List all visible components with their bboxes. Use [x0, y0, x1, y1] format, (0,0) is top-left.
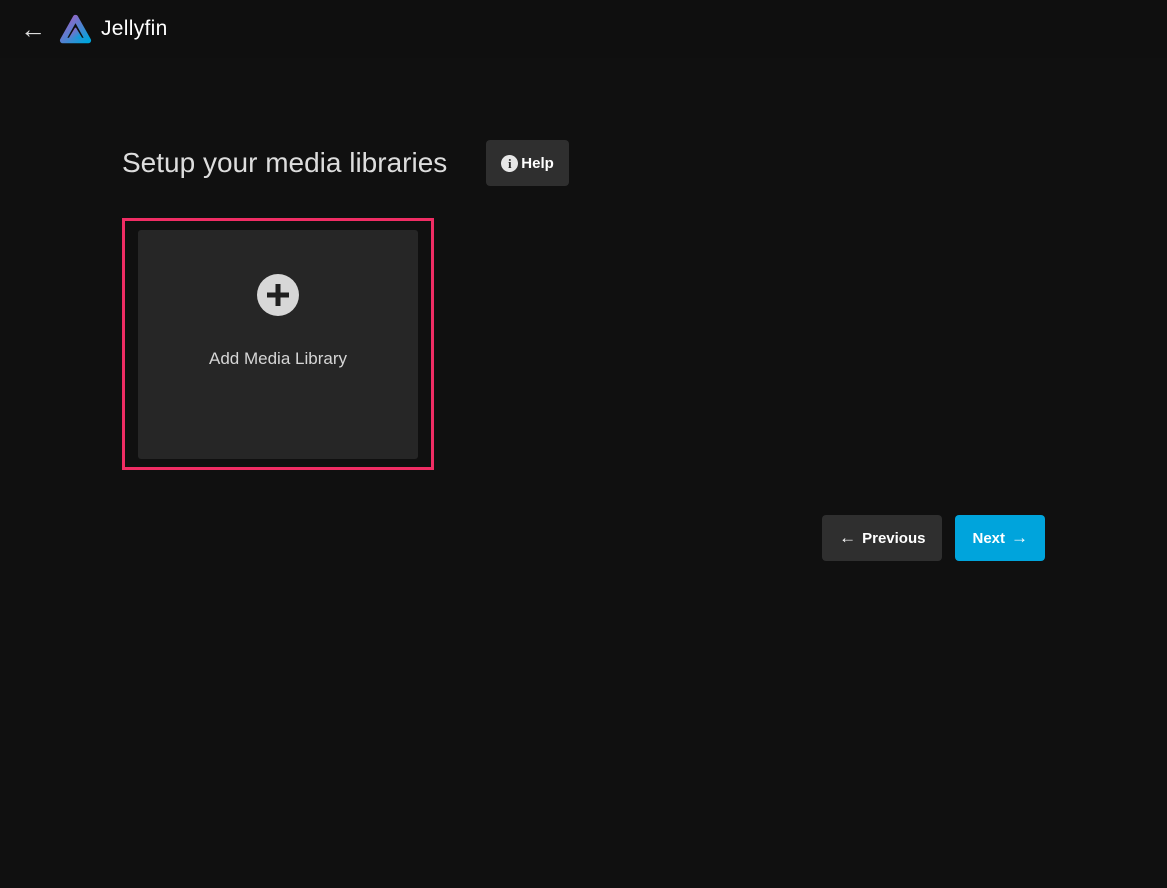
wizard-content: Setup your media libraries i Help Add Me… — [122, 58, 1045, 561]
add-media-library-card[interactable]: Add Media Library — [138, 230, 418, 459]
back-arrow-icon: ← — [20, 16, 46, 42]
info-icon: i — [501, 155, 518, 172]
help-button-label: Help — [521, 155, 554, 172]
wizard-nav-row: ← Previous Next → — [122, 515, 1045, 561]
jellyfin-logo-icon — [59, 13, 92, 46]
app-title: Jellyfin — [101, 17, 168, 41]
next-button-label: Next — [972, 530, 1005, 547]
arrow-right-icon: → — [1011, 528, 1028, 548]
next-button[interactable]: Next → — [955, 515, 1045, 561]
library-card-focus-border: Add Media Library — [122, 218, 434, 470]
top-app-bar: ← Jellyfin — [0, 0, 1167, 58]
arrow-left-icon: ← — [839, 528, 856, 548]
previous-button-label: Previous — [862, 530, 925, 547]
back-button[interactable]: ← — [14, 10, 52, 48]
add-media-library-label: Add Media Library — [209, 349, 347, 369]
plus-icon — [257, 274, 299, 316]
help-button[interactable]: i Help — [486, 140, 569, 186]
title-row: Setup your media libraries i Help — [122, 140, 1045, 186]
previous-button[interactable]: ← Previous — [822, 515, 942, 561]
page-title: Setup your media libraries — [122, 147, 447, 179]
